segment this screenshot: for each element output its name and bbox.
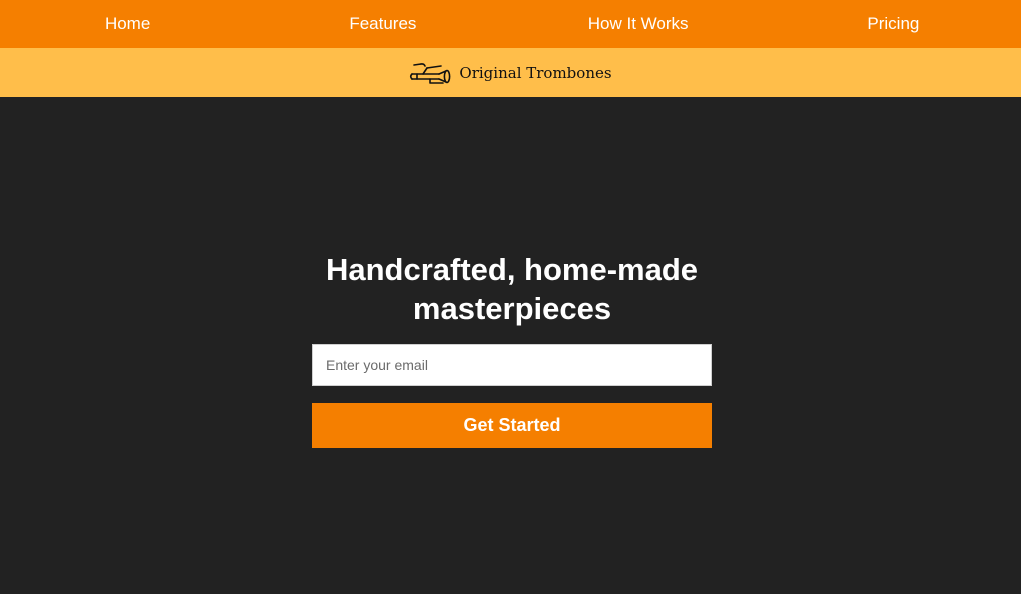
brand-bar: Original Trombones: [0, 48, 1021, 97]
get-started-button[interactable]: Get Started: [312, 403, 712, 448]
hero-section: Handcrafted, home-made masterpieces Get …: [0, 97, 1021, 594]
nav-link-pricing[interactable]: Pricing: [766, 0, 1021, 48]
brand-logo[interactable]: Original Trombones: [409, 60, 612, 86]
brand-name: Original Trombones: [459, 63, 612, 82]
trombone-icon: [410, 62, 451, 84]
nav-link-how-it-works[interactable]: How It Works: [511, 0, 766, 48]
hero-content: Handcrafted, home-made masterpieces Get …: [312, 250, 712, 448]
hero-title: Handcrafted, home-made masterpieces: [325, 252, 699, 326]
nav-link-features[interactable]: Features: [255, 0, 510, 48]
nav-link-home[interactable]: Home: [0, 0, 255, 48]
email-input[interactable]: [312, 344, 712, 386]
main-nav: Home Features How It Works Pricing: [0, 0, 1021, 48]
